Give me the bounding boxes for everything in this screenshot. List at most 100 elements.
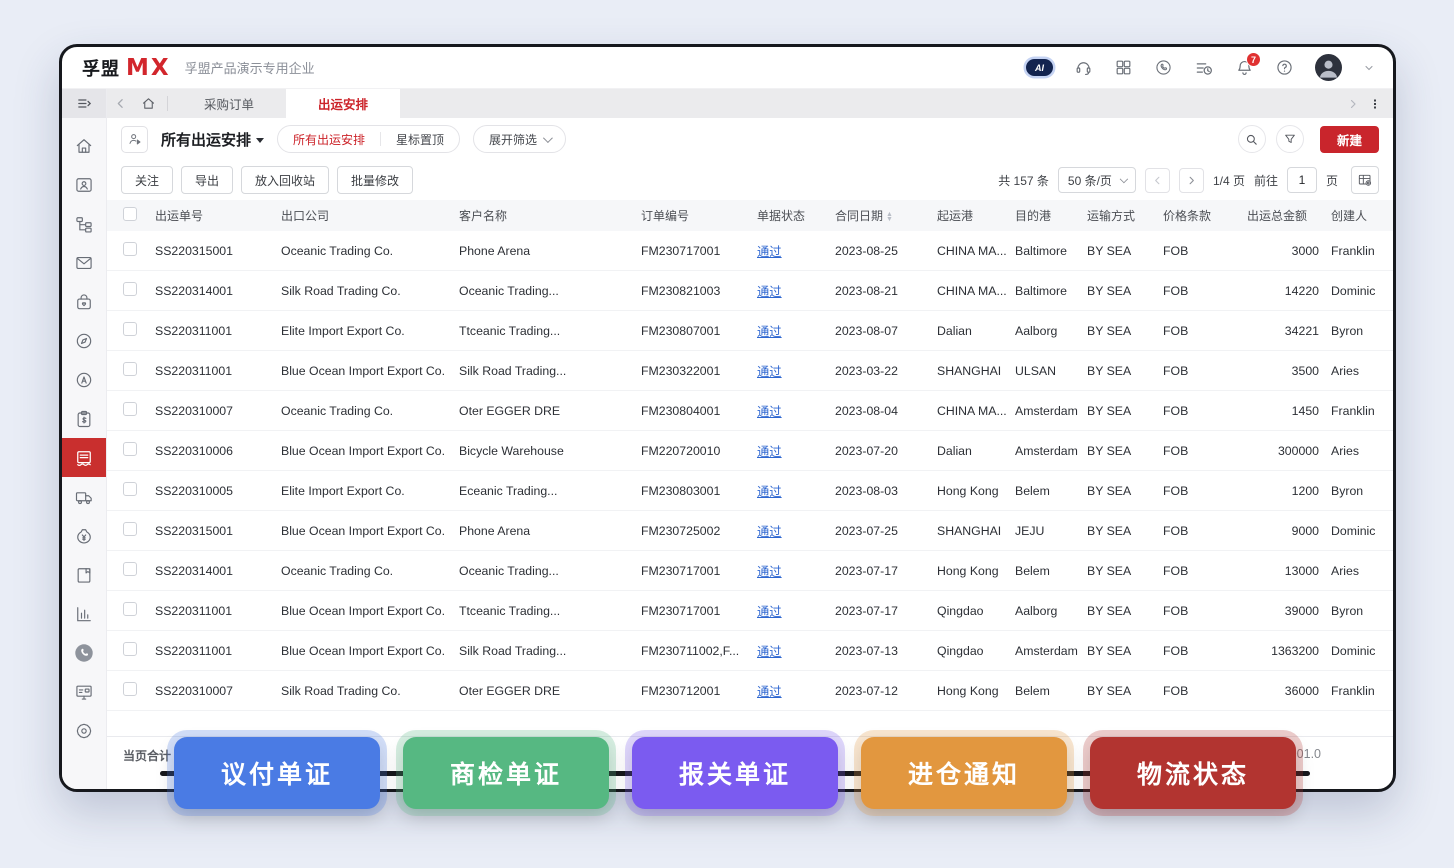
recycle-bin-button[interactable]: 放入回收站: [241, 166, 329, 194]
whatsapp-icon[interactable]: [1154, 58, 1173, 77]
table-row[interactable]: SS220310005 Elite Import Export Co. Ecea…: [107, 471, 1393, 511]
sidebar-item-mail[interactable]: [62, 243, 106, 282]
table-header-cell[interactable]: 合同日期▲▼: [829, 207, 931, 224]
sidebar-item-workbench-monitor[interactable]: [62, 672, 106, 711]
table-header-cell[interactable]: 出运总金额: [1237, 207, 1325, 224]
batch-edit-button[interactable]: 批量修改: [337, 166, 413, 194]
apps-grid-icon[interactable]: [1114, 58, 1133, 77]
quick-filter-starred[interactable]: 星标置顶: [381, 126, 459, 152]
status-link[interactable]: 通过: [757, 605, 782, 619]
status-link[interactable]: 通过: [757, 365, 782, 379]
row-checkbox[interactable]: [123, 402, 137, 416]
status-link[interactable]: 通过: [757, 445, 782, 459]
row-checkbox[interactable]: [123, 602, 137, 616]
view-title-dropdown[interactable]: 所有出运安排: [161, 129, 264, 150]
tab-shipping-arrangement[interactable]: 出运安排: [286, 89, 400, 118]
page-size-select[interactable]: 50 条/页: [1058, 167, 1136, 193]
tab-scroll-right-icon[interactable]: [1347, 98, 1359, 110]
sidebar-item-ledger-book[interactable]: [62, 555, 106, 594]
sidebar-item-settings-gear[interactable]: [62, 711, 106, 750]
table-header-cell[interactable]: 运输方式: [1081, 207, 1157, 224]
sidebar-item-shipping-active[interactable]: [62, 438, 106, 477]
table-header-cell[interactable]: 创建人: [1325, 207, 1393, 224]
sort-icon[interactable]: ▲▼: [886, 212, 895, 222]
status-link[interactable]: 通过: [757, 325, 782, 339]
sidebar-item-contacts[interactable]: [62, 165, 106, 204]
table-header-cell[interactable]: 出口公司: [275, 207, 453, 224]
table-row[interactable]: SS220310007 Oceanic Trading Co. Oter EGG…: [107, 391, 1393, 431]
status-link[interactable]: 通过: [757, 245, 782, 259]
status-link[interactable]: 通过: [757, 525, 782, 539]
help-icon[interactable]: [1275, 58, 1294, 77]
row-checkbox[interactable]: [123, 362, 137, 376]
task-list-icon[interactable]: [1194, 58, 1214, 78]
table-header-cell[interactable]: 起运港: [931, 207, 1009, 224]
table-row[interactable]: SS220315001 Oceanic Trading Co. Phone Ar…: [107, 231, 1393, 271]
row-checkbox[interactable]: [123, 482, 137, 496]
flow-button-customs-docs[interactable]: 报关单证: [632, 737, 838, 809]
next-page-button[interactable]: [1179, 168, 1204, 193]
table-row[interactable]: SS220311001 Blue Ocean Import Export Co.…: [107, 351, 1393, 391]
flow-button-inspection-docs[interactable]: 商检单证: [403, 737, 609, 809]
status-link[interactable]: 通过: [757, 285, 782, 299]
table-header-cell[interactable]: 客户名称: [453, 207, 635, 224]
row-checkbox[interactable]: [123, 442, 137, 456]
table-row[interactable]: SS220314001 Oceanic Trading Co. Oceanic …: [107, 551, 1393, 591]
prev-page-button[interactable]: [1145, 168, 1170, 193]
sidebar-item-discover-compass[interactable]: [62, 321, 106, 360]
sidebar-item-org-structure[interactable]: [62, 204, 106, 243]
sidebar-item-logistics-truck[interactable]: [62, 477, 106, 516]
status-link[interactable]: 通过: [757, 645, 782, 659]
export-button[interactable]: 导出: [181, 166, 233, 194]
sidebar-item-reports-barchart[interactable]: [62, 594, 106, 633]
column-settings-icon[interactable]: [1351, 166, 1379, 194]
row-checkbox[interactable]: [123, 682, 137, 696]
search-icon[interactable]: [1238, 125, 1266, 153]
row-checkbox[interactable]: [123, 282, 137, 296]
sidebar-item-orders-clipboard[interactable]: [62, 399, 106, 438]
status-link[interactable]: 通过: [757, 685, 782, 699]
row-checkbox[interactable]: [123, 642, 137, 656]
sidebar-collapse-icon[interactable]: [62, 89, 106, 118]
notifications-bell-icon[interactable]: 7: [1235, 58, 1254, 77]
headset-support-icon[interactable]: [1074, 58, 1093, 77]
table-header-cell[interactable]: 价格条款: [1157, 207, 1237, 224]
filter-funnel-icon[interactable]: [1276, 125, 1304, 153]
user-avatar[interactable]: [1315, 54, 1342, 81]
table-header-cell[interactable]: 订单编号: [635, 207, 751, 224]
table-header-cell[interactable]: 目的港: [1009, 207, 1081, 224]
row-checkbox[interactable]: [123, 242, 137, 256]
sidebar-item-marketing-a[interactable]: [62, 360, 106, 399]
tab-menu-kebab-icon[interactable]: [1369, 97, 1381, 111]
table-header-cell[interactable]: 出运单号: [149, 207, 275, 224]
flow-button-warehouse-notice[interactable]: 进仓通知: [861, 737, 1067, 809]
flow-button-logistics-status[interactable]: 物流状态: [1090, 737, 1296, 809]
row-checkbox[interactable]: [123, 522, 137, 536]
ai-assistant-button[interactable]: AI: [1026, 59, 1053, 76]
sidebar-item-products-bag[interactable]: [62, 282, 106, 321]
flow-button-negotiation-docs[interactable]: 议付单证: [174, 737, 380, 809]
quick-filter-all[interactable]: 所有出运安排: [278, 126, 380, 152]
nav-home-icon[interactable]: [134, 89, 163, 118]
table-row[interactable]: SS220315001 Blue Ocean Import Export Co.…: [107, 511, 1393, 551]
profile-chevron-down-icon[interactable]: [1363, 62, 1375, 74]
select-all-checkbox[interactable]: [123, 207, 137, 221]
status-link[interactable]: 通过: [757, 405, 782, 419]
owner-filter-icon[interactable]: [121, 126, 148, 153]
table-row[interactable]: SS220311001 Elite Import Export Co. Ttce…: [107, 311, 1393, 351]
table-row[interactable]: SS220310007 Silk Road Trading Co. Oter E…: [107, 671, 1393, 711]
table-row[interactable]: SS220311001 Blue Ocean Import Export Co.…: [107, 591, 1393, 631]
follow-button[interactable]: 关注: [121, 166, 173, 194]
tab-purchase-orders[interactable]: 采购订单: [172, 89, 286, 118]
status-link[interactable]: 通过: [757, 485, 782, 499]
create-new-button[interactable]: 新建: [1320, 126, 1379, 153]
sidebar-item-finance-moneybag[interactable]: [62, 516, 106, 555]
row-checkbox[interactable]: [123, 562, 137, 576]
nav-back-icon[interactable]: [107, 89, 134, 118]
sidebar-item-home[interactable]: [62, 126, 106, 165]
expand-filter-button[interactable]: 展开筛选: [473, 125, 566, 153]
goto-page-input[interactable]: [1287, 167, 1317, 193]
table-row[interactable]: SS220310006 Blue Ocean Import Export Co.…: [107, 431, 1393, 471]
table-row[interactable]: SS220311001 Blue Ocean Import Export Co.…: [107, 631, 1393, 671]
table-row[interactable]: SS220314001 Silk Road Trading Co. Oceani…: [107, 271, 1393, 311]
